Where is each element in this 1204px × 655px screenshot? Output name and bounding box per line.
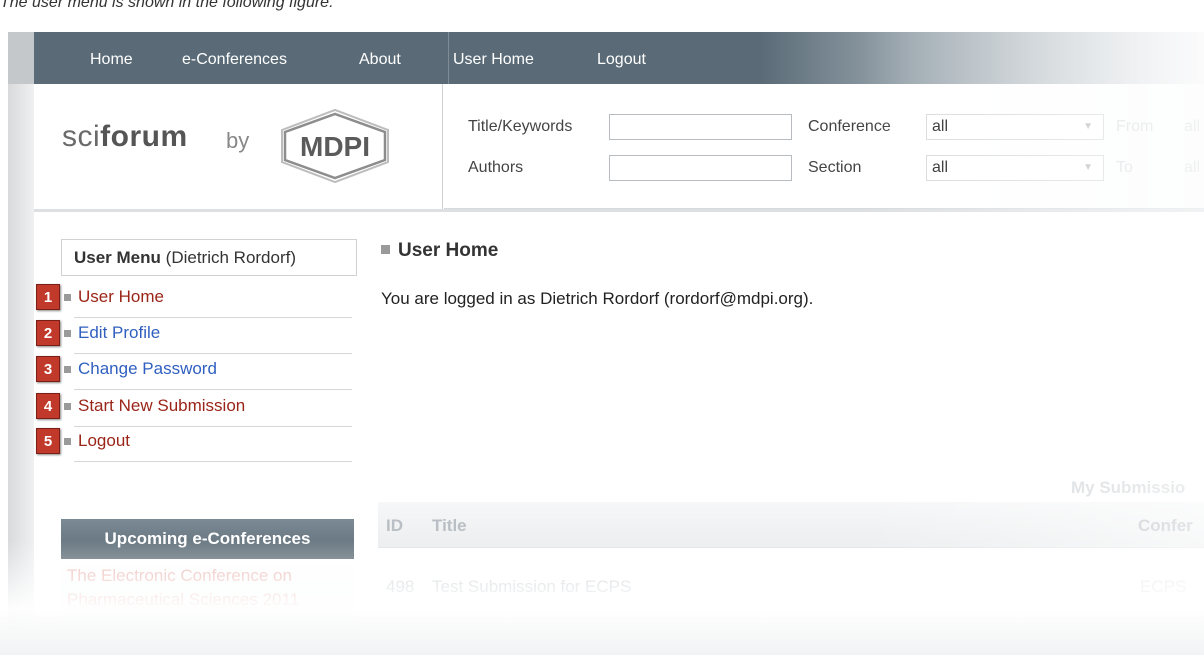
bullet-icon [64, 294, 71, 301]
sidebar-item-label: Logout [78, 431, 130, 450]
callout-badge: 5 [36, 428, 60, 454]
nav-separator [448, 32, 449, 84]
section-select-value: all [932, 159, 949, 176]
from-value[interactable]: all [1184, 118, 1200, 136]
conference-select-value: all [932, 118, 949, 135]
search-panel: Title/Keywords Authors Conference all ▼ … [444, 84, 1204, 209]
sidebar-item-edit-profile[interactable]: 2 Edit Profile [34, 320, 354, 356]
sidebar-item-user-home[interactable]: 1 User Home [34, 284, 354, 320]
left-edge [8, 32, 34, 630]
column-header-title: Title [432, 516, 467, 535]
authors-input[interactable] [609, 155, 792, 181]
chevron-down-icon: ▼ [1083, 121, 1093, 132]
table-cell-id: 498 [386, 577, 415, 596]
nav-home[interactable]: Home [90, 51, 133, 69]
mdpi-logo-icon: MDPI [281, 108, 389, 184]
callout-badge: 4 [36, 393, 60, 419]
title-keywords-input[interactable] [609, 114, 792, 140]
from-label: From [1116, 118, 1154, 135]
column-header-conference: Confer [1138, 516, 1193, 535]
header: sciforum by MDPI Title/Keywords Authors … [34, 84, 1204, 209]
table-cell-title[interactable]: Test Submission for ECPS [432, 577, 631, 597]
column-header-id: ID [386, 516, 403, 535]
sciforum-logo[interactable]: sciforum by MDPI [34, 84, 443, 209]
callout-badge: 2 [36, 320, 60, 346]
bullet-icon [381, 245, 390, 254]
svg-text:MDPI: MDPI [300, 131, 370, 162]
logged-in-message: You are logged in as Dietrich Rordorf (r… [381, 289, 814, 308]
callout-badge: 1 [36, 284, 60, 310]
nav-user-home[interactable]: User Home [453, 51, 534, 69]
chevron-down-icon: ▼ [1083, 162, 1093, 173]
nav-logout[interactable]: Logout [597, 51, 646, 69]
callout-badge: 3 [36, 356, 60, 382]
to-label: To [1116, 159, 1133, 176]
bullet-icon [64, 366, 71, 373]
bullet-icon [64, 438, 71, 445]
sidebar-item-label: Change Password [78, 359, 217, 378]
main-content: User Home You are logged in as Dietrich … [378, 212, 1204, 630]
authors-label: Authors [468, 159, 524, 176]
conference-label: Conference [808, 118, 891, 135]
nav-e-conferences[interactable]: e-Conferences [182, 51, 287, 69]
browser-frame: Home e-Conferences About User Home Logou… [8, 32, 1204, 630]
caption-text: The user menu is shown in the following … [0, 0, 334, 11]
nav-about[interactable]: About [359, 51, 401, 69]
section-label: Section [808, 159, 862, 176]
submissions-table-header: ID Title Confer [378, 502, 1204, 548]
sidebar-item-change-password[interactable]: 3 Change Password [34, 356, 354, 392]
user-menu-title: User Menu (Dietrich Rordorf) [61, 239, 357, 276]
page-title: User Home [381, 240, 498, 262]
upcoming-conference-link[interactable]: The Electronic Conference on Pharmaceuti… [61, 564, 354, 630]
sidebar-item-label: User Home [78, 287, 164, 306]
upcoming-conferences-title: Upcoming e-Conferences [61, 519, 354, 559]
bullet-icon [64, 330, 71, 337]
sidebar: User Menu (Dietrich Rordorf) 1 User Home… [34, 212, 364, 630]
table-cell-conference: ECPS [1140, 577, 1187, 596]
sidebar-item-logout[interactable]: 5 Logout [34, 428, 354, 464]
top-navbar: Home e-Conferences About User Home Logou… [34, 32, 1204, 84]
title-keywords-label: Title/Keywords [468, 118, 573, 135]
logo-sciforum-text: sciforum [62, 120, 188, 153]
conference-select[interactable]: all ▼ [926, 114, 1104, 140]
sidebar-item-label: Edit Profile [78, 323, 161, 342]
to-value[interactable]: all [1184, 159, 1200, 177]
section-select[interactable]: all ▼ [926, 155, 1104, 181]
my-submissions-heading: My Submissio [1071, 478, 1186, 497]
logo-by-text: by [226, 128, 250, 153]
sidebar-item-start-new-submission[interactable]: 4 Start New Submission [34, 393, 354, 429]
bullet-icon [64, 403, 71, 410]
sidebar-item-label: Start New Submission [78, 396, 246, 415]
